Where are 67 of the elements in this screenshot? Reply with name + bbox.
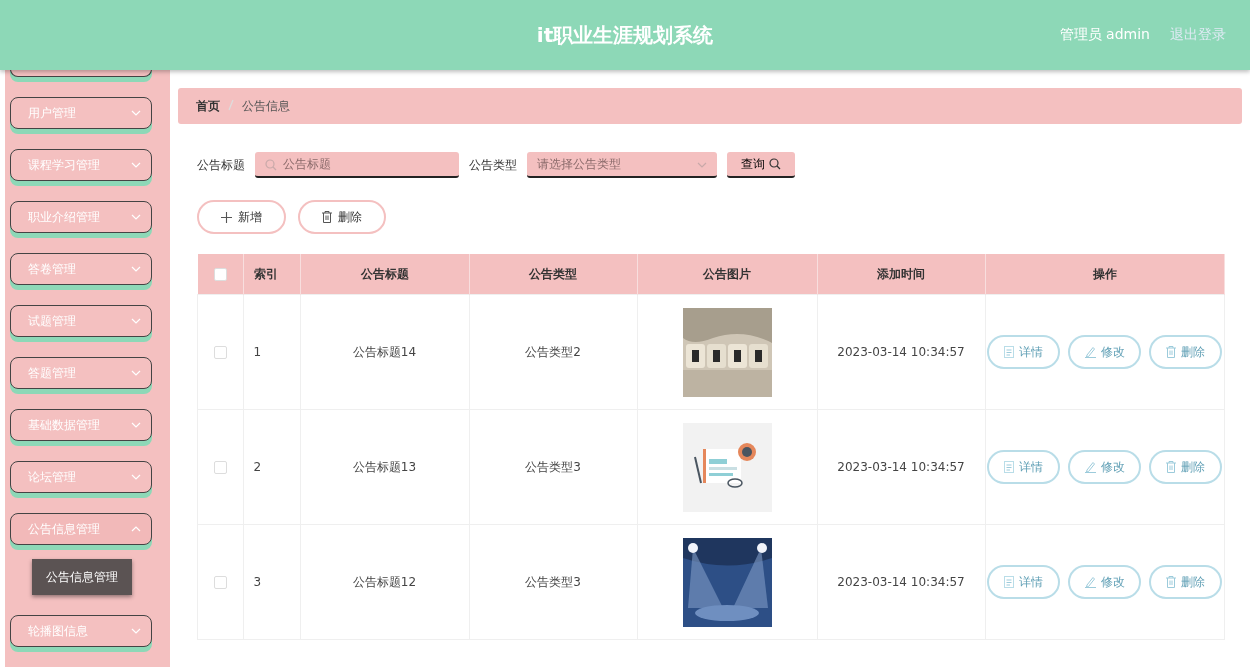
edit-button[interactable]: 修改 [1068, 565, 1142, 599]
chevron-icon [131, 162, 141, 168]
field-label: 公告标题 [197, 156, 245, 174]
delete-button[interactable]: 删除 [1149, 450, 1223, 484]
breadcrumb-link[interactable]: 首页 [196, 97, 220, 115]
table-cell: 1 [253, 345, 262, 359]
table-cell: 2023-03-14 10:34:57 [837, 575, 965, 589]
table-cell: 2023-03-14 10:34:57 [837, 460, 965, 474]
column-header: 添加时间 [877, 266, 925, 281]
user-label: 管理员 admin [1059, 26, 1150, 44]
table-cell: 公告类型3 [525, 574, 581, 589]
table-cell: 2023-03-14 10:34:57 [837, 345, 965, 359]
chevron-icon [131, 214, 141, 220]
pen-icon [1084, 576, 1096, 588]
trash-icon [1166, 576, 1177, 588]
column-header: 索引 [253, 266, 278, 281]
submenu-item[interactable]: 公告信息管理 [32, 559, 132, 595]
edit-button[interactable]: 修改 [1068, 450, 1142, 484]
row-checkbox[interactable] [213, 346, 227, 359]
chevron-icon [131, 318, 141, 324]
chevron-icon [131, 628, 141, 634]
delete-button[interactable]: 删除 [1149, 335, 1223, 369]
delete-button[interactable]: 删除 [298, 200, 386, 234]
document-icon [1004, 461, 1015, 473]
detail-button[interactable]: 详情 [987, 565, 1061, 599]
plus-icon [221, 211, 232, 223]
chevron-icon [131, 422, 141, 428]
table-cell: 公告类型3 [525, 459, 581, 474]
detail-button[interactable]: 详情 [987, 450, 1061, 484]
breadcrumb-link[interactable]: 公告信息 [242, 97, 290, 115]
select-all-checkbox[interactable] [213, 268, 227, 281]
column-header: 公告图片 [703, 266, 751, 281]
trash-icon [1166, 346, 1177, 358]
column-header: 操作 [1092, 266, 1117, 281]
trash-icon [322, 211, 332, 223]
row-checkbox[interactable] [213, 461, 227, 474]
chevron-icon [131, 474, 141, 480]
column-header: 公告类型 [529, 266, 577, 281]
pen-icon [1084, 461, 1096, 473]
table-cell: 公告标题12 [352, 574, 417, 589]
app-title: it职业生涯规划系统 [536, 21, 714, 49]
row-checkbox[interactable] [213, 576, 227, 589]
column-header: 公告标题 [360, 266, 409, 281]
query-button[interactable]: 查询 [727, 152, 795, 178]
chevron-icon [697, 162, 707, 168]
trash-icon [1166, 461, 1177, 473]
table-cell: 2 [253, 460, 262, 474]
table-cell: 公告标题14 [352, 344, 417, 359]
table-cell: 3 [253, 575, 262, 589]
chevron-icon [131, 526, 141, 532]
document-icon [1004, 346, 1015, 358]
pen-icon [1084, 346, 1096, 358]
search-icon [265, 159, 277, 171]
search-icon [769, 158, 781, 170]
detail-button[interactable]: 详情 [987, 335, 1061, 369]
chevron-icon [131, 370, 141, 376]
document-icon [1004, 576, 1015, 588]
type-select[interactable]: 请选择公告类型 [527, 152, 717, 178]
table-cell: 公告类型2 [525, 344, 581, 359]
table-cell: 公告标题13 [352, 459, 417, 474]
chevron-icon [131, 266, 141, 272]
title-search-field[interactable]: 公告标题 [255, 152, 459, 178]
delete-button[interactable]: 删除 [1149, 565, 1223, 599]
chevron-icon [131, 110, 141, 116]
field-label: 公告类型 [469, 156, 517, 174]
add-button[interactable]: 新增 [197, 200, 286, 234]
edit-button[interactable]: 修改 [1068, 335, 1142, 369]
